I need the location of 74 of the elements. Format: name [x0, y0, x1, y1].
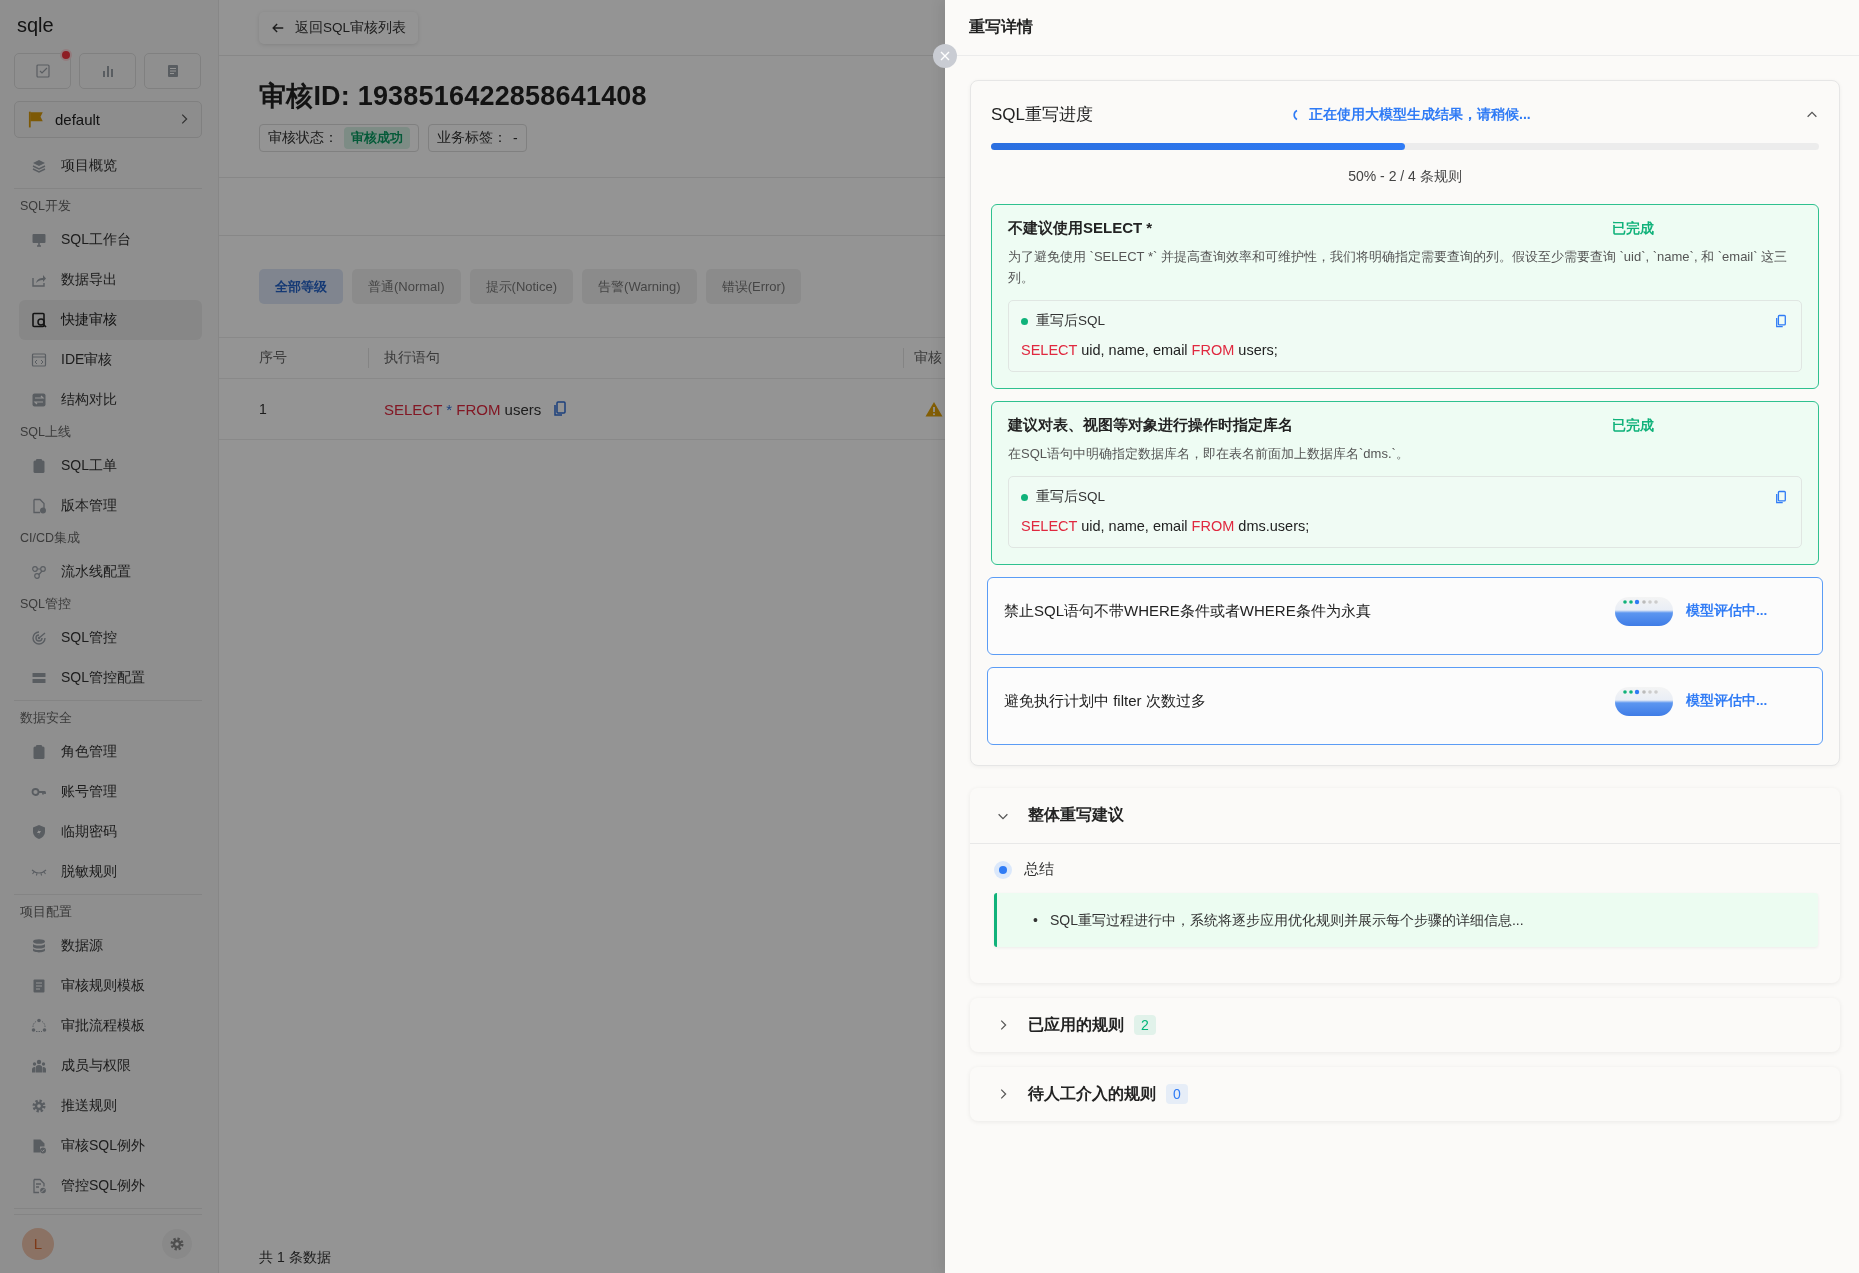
- nav-item[interactable]: 项目概览: [19, 145, 202, 186]
- rule-title: 建议对表、视图等对象进行操作时指定库名: [1008, 416, 1294, 435]
- nav-group-title: 数据安全: [19, 710, 72, 728]
- nav-group-title: SQL开发: [19, 198, 71, 216]
- rule-description: 在SQL语句中明确指定数据库名，即在表名前面加上数据库名`dms.`。: [1008, 445, 1410, 463]
- nav-item[interactable]: 审批流程模板: [19, 1005, 202, 1046]
- nav-item[interactable]: 流水线配置: [19, 551, 202, 592]
- total-count: 共 1 条数据: [258, 1249, 332, 1267]
- nav-item[interactable]: 管控SQL例外: [19, 1165, 202, 1206]
- nav-item[interactable]: SQL工单: [19, 445, 202, 486]
- sql-label: 重写后SQL: [1021, 312, 1105, 330]
- nav-item[interactable]: 脱敏规则: [19, 851, 202, 892]
- nav-item[interactable]: 结构对比: [19, 379, 202, 420]
- success-tag: 审核成功: [344, 127, 410, 149]
- level-filter-tab[interactable]: 普通(Normal): [352, 269, 461, 304]
- nav-item[interactable]: 推送规则: [19, 1085, 202, 1126]
- summary-text: SQL重写过程进行中，系统将逐步应用优化规则并展示每个步骤的详细信息...: [1049, 911, 1524, 930]
- nav-item[interactable]: 版本管理: [19, 485, 202, 526]
- level-filter-tab[interactable]: 全部等级: [259, 269, 343, 304]
- nav-group-title: SQL上线: [19, 424, 71, 442]
- nav-item[interactable]: SQL工作台: [19, 219, 202, 260]
- table-cell-text: 1: [258, 401, 268, 417]
- project-name: default: [55, 110, 102, 128]
- column-header: 执行语句: [369, 348, 904, 368]
- rewritten-sql: SELECT uid, name, email FROM users;: [1021, 342, 1279, 358]
- nav-item[interactable]: 成员与权限: [19, 1045, 202, 1086]
- nav-item[interactable]: 临期密码: [19, 811, 202, 852]
- audit-title: 审核ID: 1938516422858641408: [259, 80, 648, 113]
- count-badge: 0: [1166, 1084, 1188, 1104]
- nav-item[interactable]: 审核规则模板: [19, 965, 202, 1006]
- rule-title: 不建议使用SELECT *: [1008, 219, 1154, 238]
- sql-label: 重写后SQL: [1021, 488, 1105, 506]
- rule-description: 为了避免使用 `SELECT *` 并提高查询效率和可维护性，我们将明确指定需要查询的列。假设至少需要查询 `uid`, `name`, 和 `email` 这三列。: [1008, 248, 1789, 287]
- panel-title[interactable]: 已应用的规则: [1028, 1014, 1124, 1036]
- nav-group-title: SQL管控: [19, 596, 71, 614]
- rule-status: 模型评估中...: [1686, 602, 1768, 620]
- summary-heading: 总结: [994, 860, 1818, 879]
- nav-item[interactable]: 账号管理: [19, 771, 202, 812]
- nav-group-title: CI/CD集成: [19, 530, 81, 548]
- field-label: 审核状态：: [268, 129, 338, 147]
- level-filter-tab[interactable]: 错误(Error): [705, 269, 802, 304]
- level-filter-tab[interactable]: 告警(Warning): [582, 269, 697, 304]
- column-header: 审核: [913, 349, 943, 367]
- nav-item[interactable]: 数据导出: [19, 259, 202, 300]
- nav-item[interactable]: 快捷审核: [19, 299, 202, 340]
- rule-status: 已完成: [1612, 219, 1655, 238]
- app-logo: sqle: [16, 13, 55, 38]
- nav-item[interactable]: 角色管理: [19, 731, 202, 772]
- field-label: 业务标签：: [437, 129, 507, 147]
- nav-item[interactable]: 审核SQL例外: [19, 1125, 202, 1166]
- nav-item[interactable]: SQL管控配置: [19, 657, 202, 698]
- card-title: SQL重写进度: [991, 104, 1095, 126]
- panel-title[interactable]: 待人工介入的规则: [1028, 1083, 1156, 1105]
- panel-title[interactable]: 整体重写建议: [1028, 805, 1124, 826]
- list-bullet: •: [1033, 911, 1038, 930]
- drawer-title: 重写详情: [969, 17, 1033, 37]
- nav-group-title: 项目配置: [19, 904, 72, 922]
- nav-item[interactable]: IDE审核: [19, 339, 202, 380]
- rule-status: 模型评估中...: [1686, 692, 1768, 710]
- column-header: 序号: [219, 348, 369, 368]
- level-filter-tab[interactable]: 提示(Notice): [469, 269, 574, 304]
- nav-item[interactable]: 数据源: [19, 925, 202, 966]
- rule-title: 禁止SQL语句不带WHERE条件或者WHERE条件为永真: [1004, 602, 1372, 621]
- back-button[interactable]: 返回SQL审核列表: [259, 11, 418, 44]
- sql-statement: SELECT * FROM users: [384, 400, 542, 418]
- rule-title: 避免执行计划中 filter 次数过多: [1004, 692, 1207, 711]
- progress-text: 50% - 2 / 4 条规则: [1347, 168, 1463, 186]
- count-badge: 2: [1134, 1015, 1156, 1035]
- nav-item[interactable]: SQL管控: [19, 617, 202, 658]
- field-value: -: [513, 130, 518, 146]
- status-message: 正在使用大模型生成结果，请稍候...: [1291, 105, 1789, 124]
- rule-status: 已完成: [1612, 416, 1655, 435]
- project-selector[interactable]: default: [14, 100, 202, 138]
- rewritten-sql: SELECT uid, name, email FROM dms.users;: [1021, 518, 1311, 534]
